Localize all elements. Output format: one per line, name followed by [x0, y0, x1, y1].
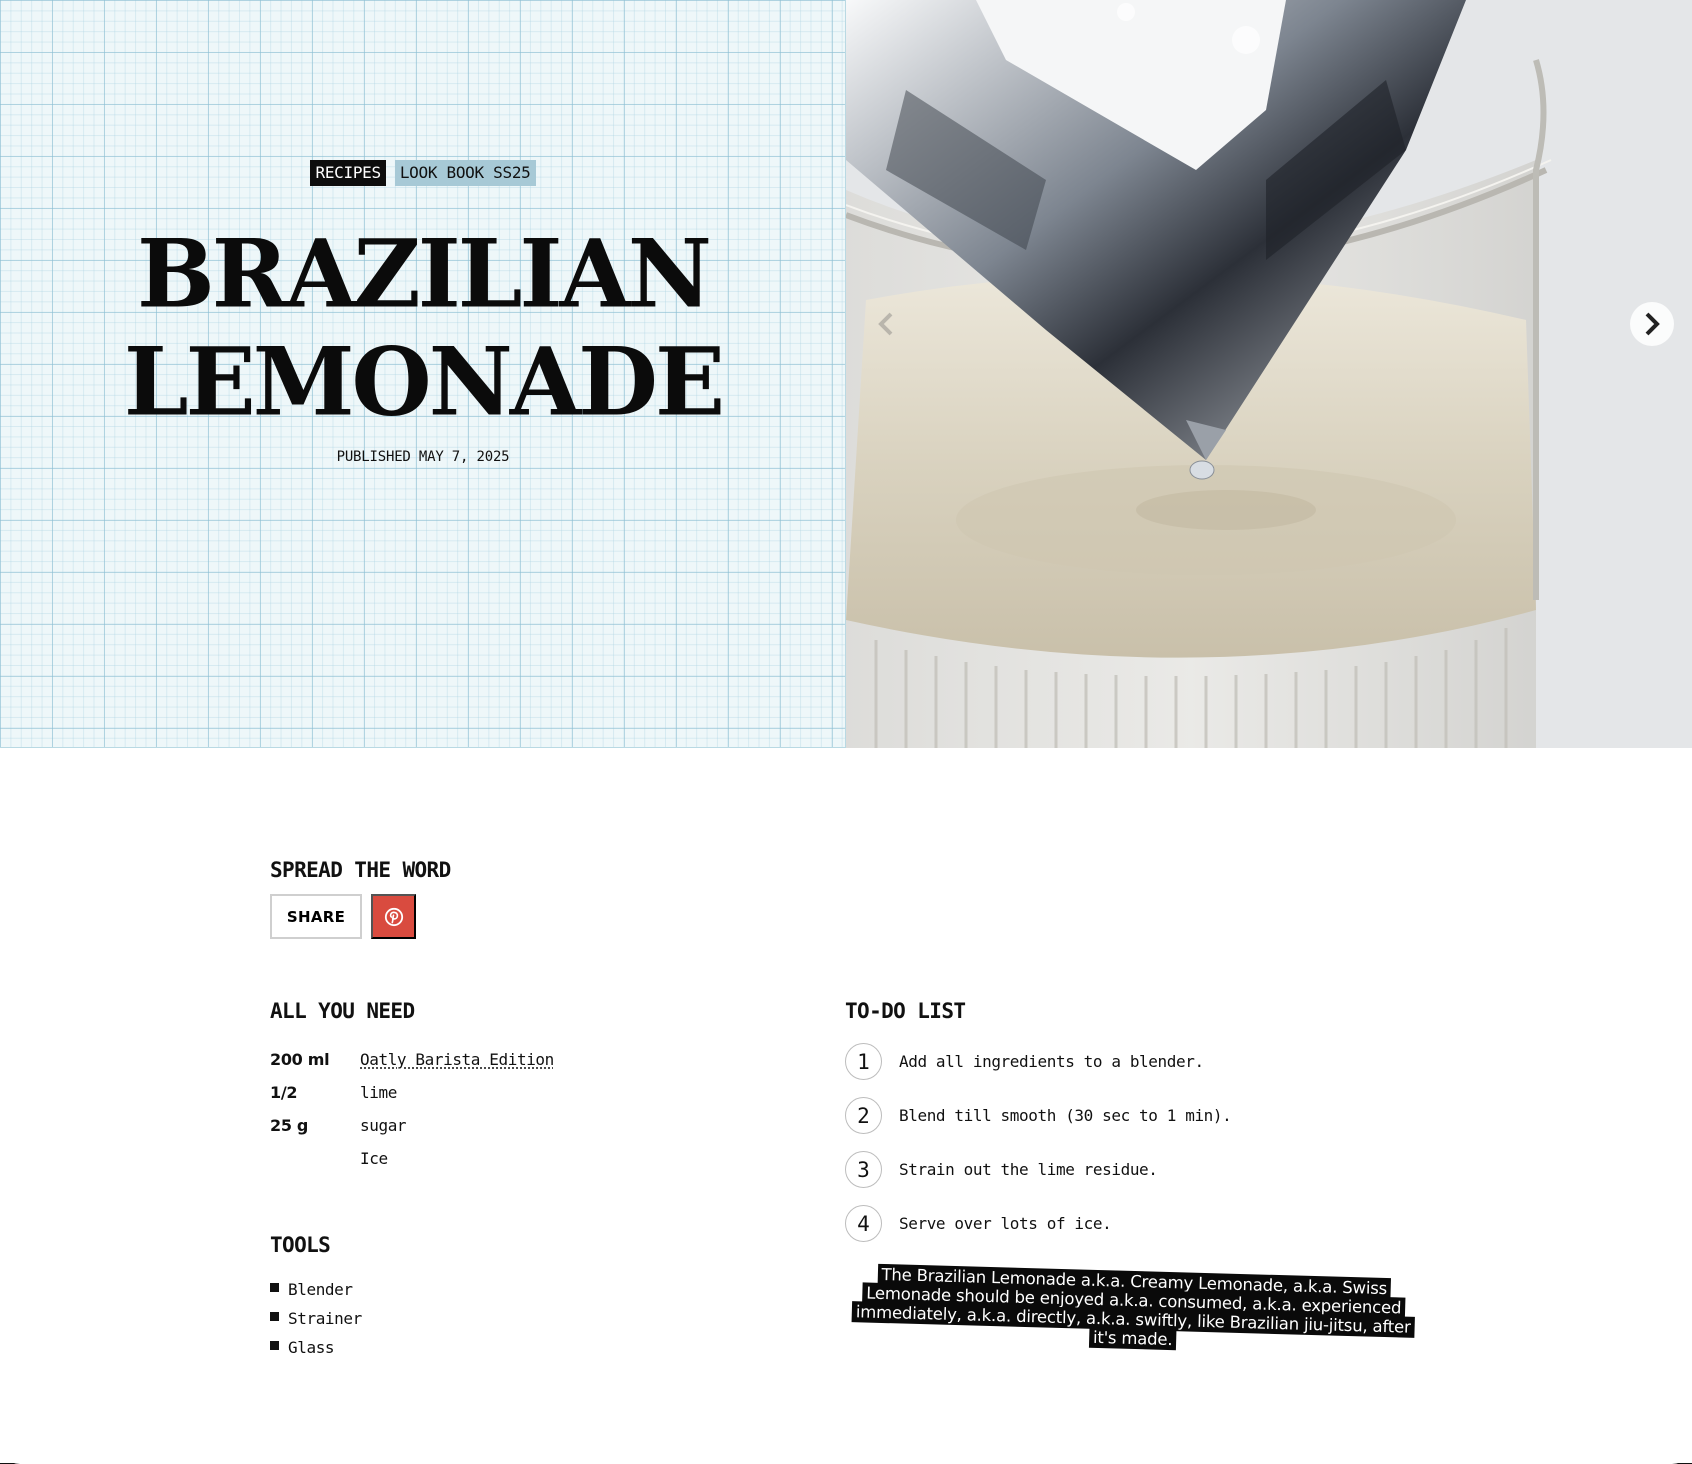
pinterest-button[interactable]: [371, 894, 416, 939]
carousel-next-button[interactable]: [1630, 302, 1674, 346]
ingredient-row: 1/2 lime: [270, 1076, 790, 1109]
hero-text-panel: RECIPES LOOK BOOK SS25 BRAZILIAN LEMONAD…: [0, 0, 846, 748]
step-number: 1: [845, 1043, 882, 1080]
ingredient-name: lime: [360, 1083, 397, 1102]
step-number: 4: [845, 1205, 882, 1242]
ingredients-section: ALL YOU NEED 200 ml Oatly Barista Editio…: [270, 999, 790, 1175]
share-buttons: SHARE: [270, 894, 451, 939]
step-item: 3 Strain out the lime residue.: [845, 1151, 1445, 1188]
hero: RECIPES LOOK BOOK SS25 BRAZILIAN LEMONAD…: [0, 0, 1692, 748]
page-title: BRAZILIAN LEMONADE: [0, 220, 846, 436]
ingredient-quantity: 1/2: [270, 1083, 298, 1102]
tool-name: Strainer: [288, 1309, 362, 1328]
steps-list: 1 Add all ingredients to a blender. 2 Bl…: [845, 1043, 1445, 1242]
ingredients-heading: ALL YOU NEED: [270, 999, 415, 1023]
step-item: 2 Blend till smooth (30 sec to 1 min).: [845, 1097, 1445, 1134]
list-item: Glass: [270, 1333, 362, 1362]
published-date: PUBLISHED MAY 7, 2025: [336, 449, 510, 465]
step-text: Strain out the lime residue.: [899, 1160, 1158, 1179]
title-line-2: LEMONADE: [123, 326, 725, 438]
tools-list: Blender Strainer Glass: [270, 1275, 362, 1362]
hero-image: [846, 0, 1692, 748]
share-button[interactable]: SHARE: [270, 894, 362, 939]
step-text: Serve over lots of ice.: [899, 1214, 1112, 1233]
tool-name: Glass: [288, 1338, 335, 1357]
chevron-right-icon: [1645, 312, 1660, 336]
share-heading: SPREAD THE WORD: [270, 858, 451, 882]
chevron-left-icon: [878, 312, 893, 336]
ingredient-link-oatly[interactable]: Oatly Barista Edition: [360, 1050, 554, 1069]
ingredient-row: 200 ml Oatly Barista Edition: [270, 1043, 790, 1076]
square-bullet-icon: [270, 1283, 279, 1292]
todo-section: TO-DO LIST 1 Add all ingredients to a bl…: [845, 999, 1445, 1259]
tag-recipes[interactable]: RECIPES: [310, 160, 386, 186]
lemonade-glass-illustration: [846, 0, 1692, 748]
window-frame-inner: [0, 1444, 1692, 1464]
ingredient-quantity: 200 ml: [270, 1050, 330, 1069]
tools-heading: TOOLS: [270, 1233, 331, 1257]
square-bullet-icon: [270, 1312, 279, 1321]
serving-note: The Brazilian Lemonade a.k.a. Creamy Lem…: [845, 1263, 1422, 1356]
list-item: Strainer: [270, 1304, 362, 1333]
tool-name: Blender: [288, 1280, 353, 1299]
ingredient-name: sugar: [360, 1116, 407, 1135]
share-section: SPREAD THE WORD SHARE: [270, 858, 451, 939]
tools-section: TOOLS Blender Strainer Glass: [270, 1233, 362, 1362]
step-item: 4 Serve over lots of ice.: [845, 1205, 1445, 1242]
ingredient-name: Ice: [360, 1149, 388, 1168]
step-item: 1 Add all ingredients to a blender.: [845, 1043, 1445, 1080]
list-item: Blender: [270, 1275, 362, 1304]
tag-look-book[interactable]: LOOK BOOK SS25: [394, 160, 536, 186]
step-number: 2: [845, 1097, 882, 1134]
step-text: Add all ingredients to a blender.: [899, 1052, 1204, 1071]
carousel-prev-button[interactable]: [866, 304, 906, 344]
tag-list: RECIPES LOOK BOOK SS25: [0, 160, 846, 186]
step-number: 3: [845, 1151, 882, 1188]
pinterest-icon: [384, 907, 403, 926]
ingredients-list: 200 ml Oatly Barista Edition 1/2 lime 25…: [270, 1043, 790, 1175]
step-text: Blend till smooth (30 sec to 1 min).: [899, 1106, 1232, 1125]
ingredient-quantity: 25 g: [270, 1116, 309, 1135]
ingredient-row: Ice: [270, 1142, 790, 1175]
square-bullet-icon: [270, 1341, 279, 1350]
ingredient-row: 25 g sugar: [270, 1109, 790, 1142]
todo-heading: TO-DO LIST: [845, 999, 966, 1023]
serving-note-text: The Brazilian Lemonade a.k.a. Creamy Lem…: [851, 1263, 1415, 1351]
title-line-1: BRAZILIAN: [137, 218, 712, 330]
